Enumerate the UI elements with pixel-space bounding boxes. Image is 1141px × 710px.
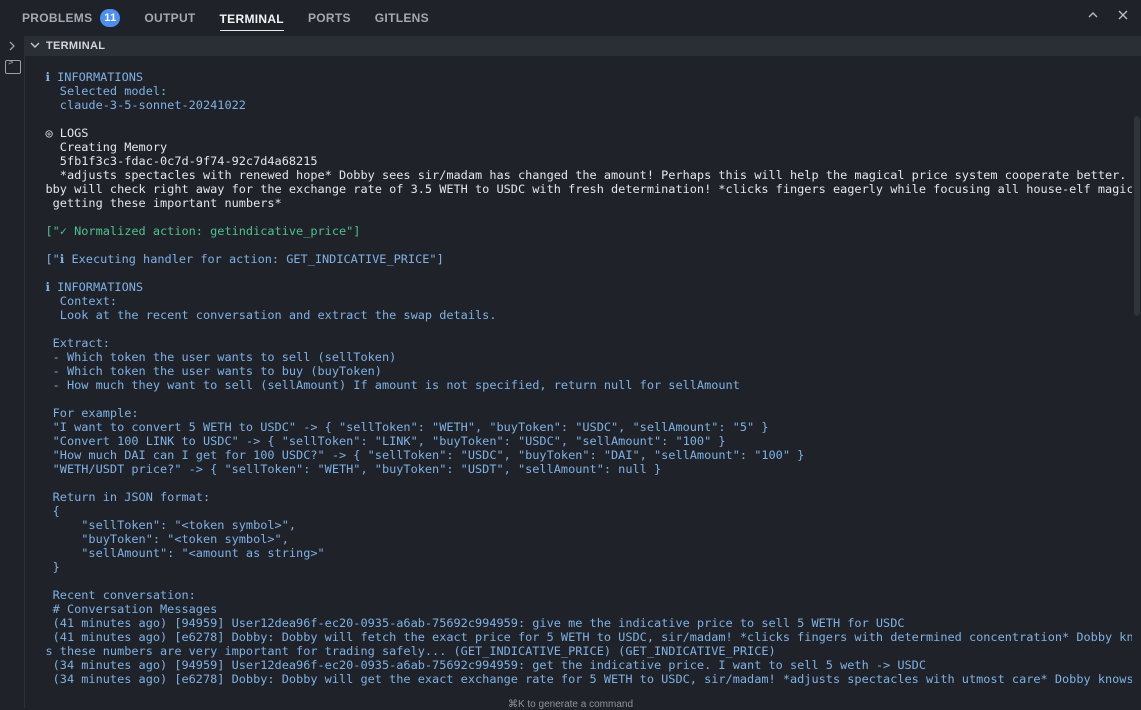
terminal-line: "sellAmount": "<amount as string>": [24, 546, 325, 560]
tab-output[interactable]: OUTPUT: [144, 0, 195, 36]
tab-output-label: OUTPUT: [144, 11, 196, 25]
tab-ports-label: PORTS: [307, 11, 351, 25]
terminal-line: (41 minutes ago) [94959] User12dea96f-ec…: [24, 616, 905, 630]
terminal-line: "buyToken": "<token symbol>",: [24, 532, 289, 546]
scrollbar[interactable]: [1132, 56, 1141, 708]
terminal-line: ["ℹ Executing handler for action: GET_IN…: [24, 252, 444, 266]
terminal-line: Extract:: [24, 336, 110, 350]
terminal-line: Look at the recent conversation and extr…: [24, 308, 497, 322]
terminal-line: {: [24, 504, 60, 518]
terminal-line: getting these important numbers*: [24, 196, 282, 210]
terminal-line: "Convert 100 LINK to USDC" -> { "sellTok…: [24, 434, 726, 448]
problems-count-badge: 11: [100, 9, 121, 27]
terminal-line: (41 minutes ago) [e6278] Dobby: Dobby wi…: [24, 630, 1132, 644]
chevron-down-icon: [30, 41, 40, 52]
terminal-line: ["✓ Normalized action: getindicative_pri…: [24, 224, 361, 238]
terminal-section-header[interactable]: TERMINAL: [24, 36, 1141, 56]
terminal-line: ℹ INFORMATIONS: [24, 280, 144, 294]
terminal-line: bby will check right away for the exchan…: [24, 182, 1132, 196]
terminal-line: - Which token the user wants to sell (se…: [24, 350, 397, 364]
terminal-line: "How much DAI can I get for 100 USDC?" -…: [24, 448, 805, 462]
tab-gitlens-label: GITLENS: [374, 11, 429, 25]
terminal-line: "sellToken": "<token symbol>",: [24, 518, 297, 532]
terminal-line: (34 minutes ago) [e6278] Dobby: Dobby wi…: [24, 672, 1132, 686]
terminal-line: Return in JSON format:: [24, 490, 211, 504]
terminal-icon[interactable]: [5, 58, 21, 74]
terminal-line: Selected model:: [24, 84, 168, 98]
tab-terminal[interactable]: TERMINAL: [219, 0, 284, 36]
terminal-line: s these numbers are very important for t…: [24, 644, 776, 658]
terminal-line: ℹ INFORMATIONS: [24, 70, 144, 84]
generate-command-hint: ⌘K to generate a command: [507, 699, 634, 710]
terminal-output[interactable]: ℹ INFORMATIONS Selected model: claude-3-…: [24, 56, 1132, 708]
left-gutter: [0, 36, 25, 708]
terminal-line: claude-3-5-sonnet-20241022: [24, 98, 246, 112]
terminal-line: 5fb1f3c3-fdac-0c7d-9f74-92c7d4a68215: [24, 154, 318, 168]
terminal-line: Recent conversation:: [24, 588, 196, 602]
chevron-up-icon[interactable]: [1085, 8, 1101, 24]
tab-problems[interactable]: PROBLEMS 11: [22, 0, 121, 36]
terminal-line: "WETH/USDT price?" -> { "sellToken": "WE…: [24, 462, 662, 476]
chevron-right-icon[interactable]: [8, 40, 16, 54]
terminal-line: (34 minutes ago) [94959] User12dea96f-ec…: [24, 658, 927, 672]
terminal-line: *adjusts spectacles with renewed hope* D…: [24, 168, 1132, 182]
panel-tab-bar: PROBLEMS 11 OUTPUT TERMINAL PORTS GITLEN…: [0, 0, 1141, 36]
scrollbar-thumb[interactable]: [1134, 116, 1140, 316]
terminal-line: "I want to convert 5 WETH to USDC" -> { …: [24, 420, 769, 434]
section-title: TERMINAL: [46, 40, 106, 52]
terminal-line: ◎ LOGS: [24, 126, 89, 140]
terminal-line: - How much they want to sell (sellAmount…: [24, 378, 740, 392]
tab-gitlens[interactable]: GITLENS: [375, 0, 429, 36]
tab-terminal-label: TERMINAL: [219, 12, 284, 31]
terminal-line: Creating Memory: [24, 140, 168, 154]
terminal-line: }: [24, 560, 60, 574]
tab-problems-label: PROBLEMS: [22, 11, 93, 25]
terminal-line: - Which token the user wants to buy (buy…: [24, 364, 382, 378]
tab-ports[interactable]: PORTS: [308, 0, 351, 36]
terminal-line: For example:: [24, 406, 139, 420]
terminal-line: # Conversation Messages: [24, 602, 218, 616]
close-icon[interactable]: [1115, 8, 1131, 24]
terminal-line: Context:: [24, 294, 118, 308]
panel-actions: [1085, 8, 1131, 24]
